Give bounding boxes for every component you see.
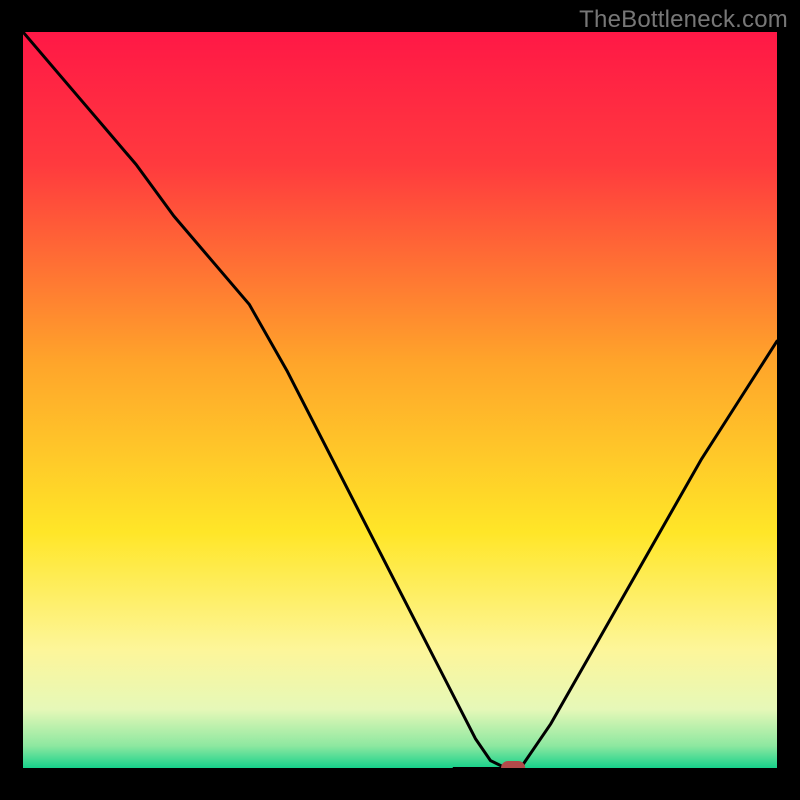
chart-frame: TheBottleneck.com	[0, 0, 800, 800]
bottleneck-chart	[0, 0, 800, 800]
optimal-point-marker	[501, 761, 525, 775]
watermark-label: TheBottleneck.com	[579, 6, 788, 34]
gradient-background	[23, 32, 777, 768]
